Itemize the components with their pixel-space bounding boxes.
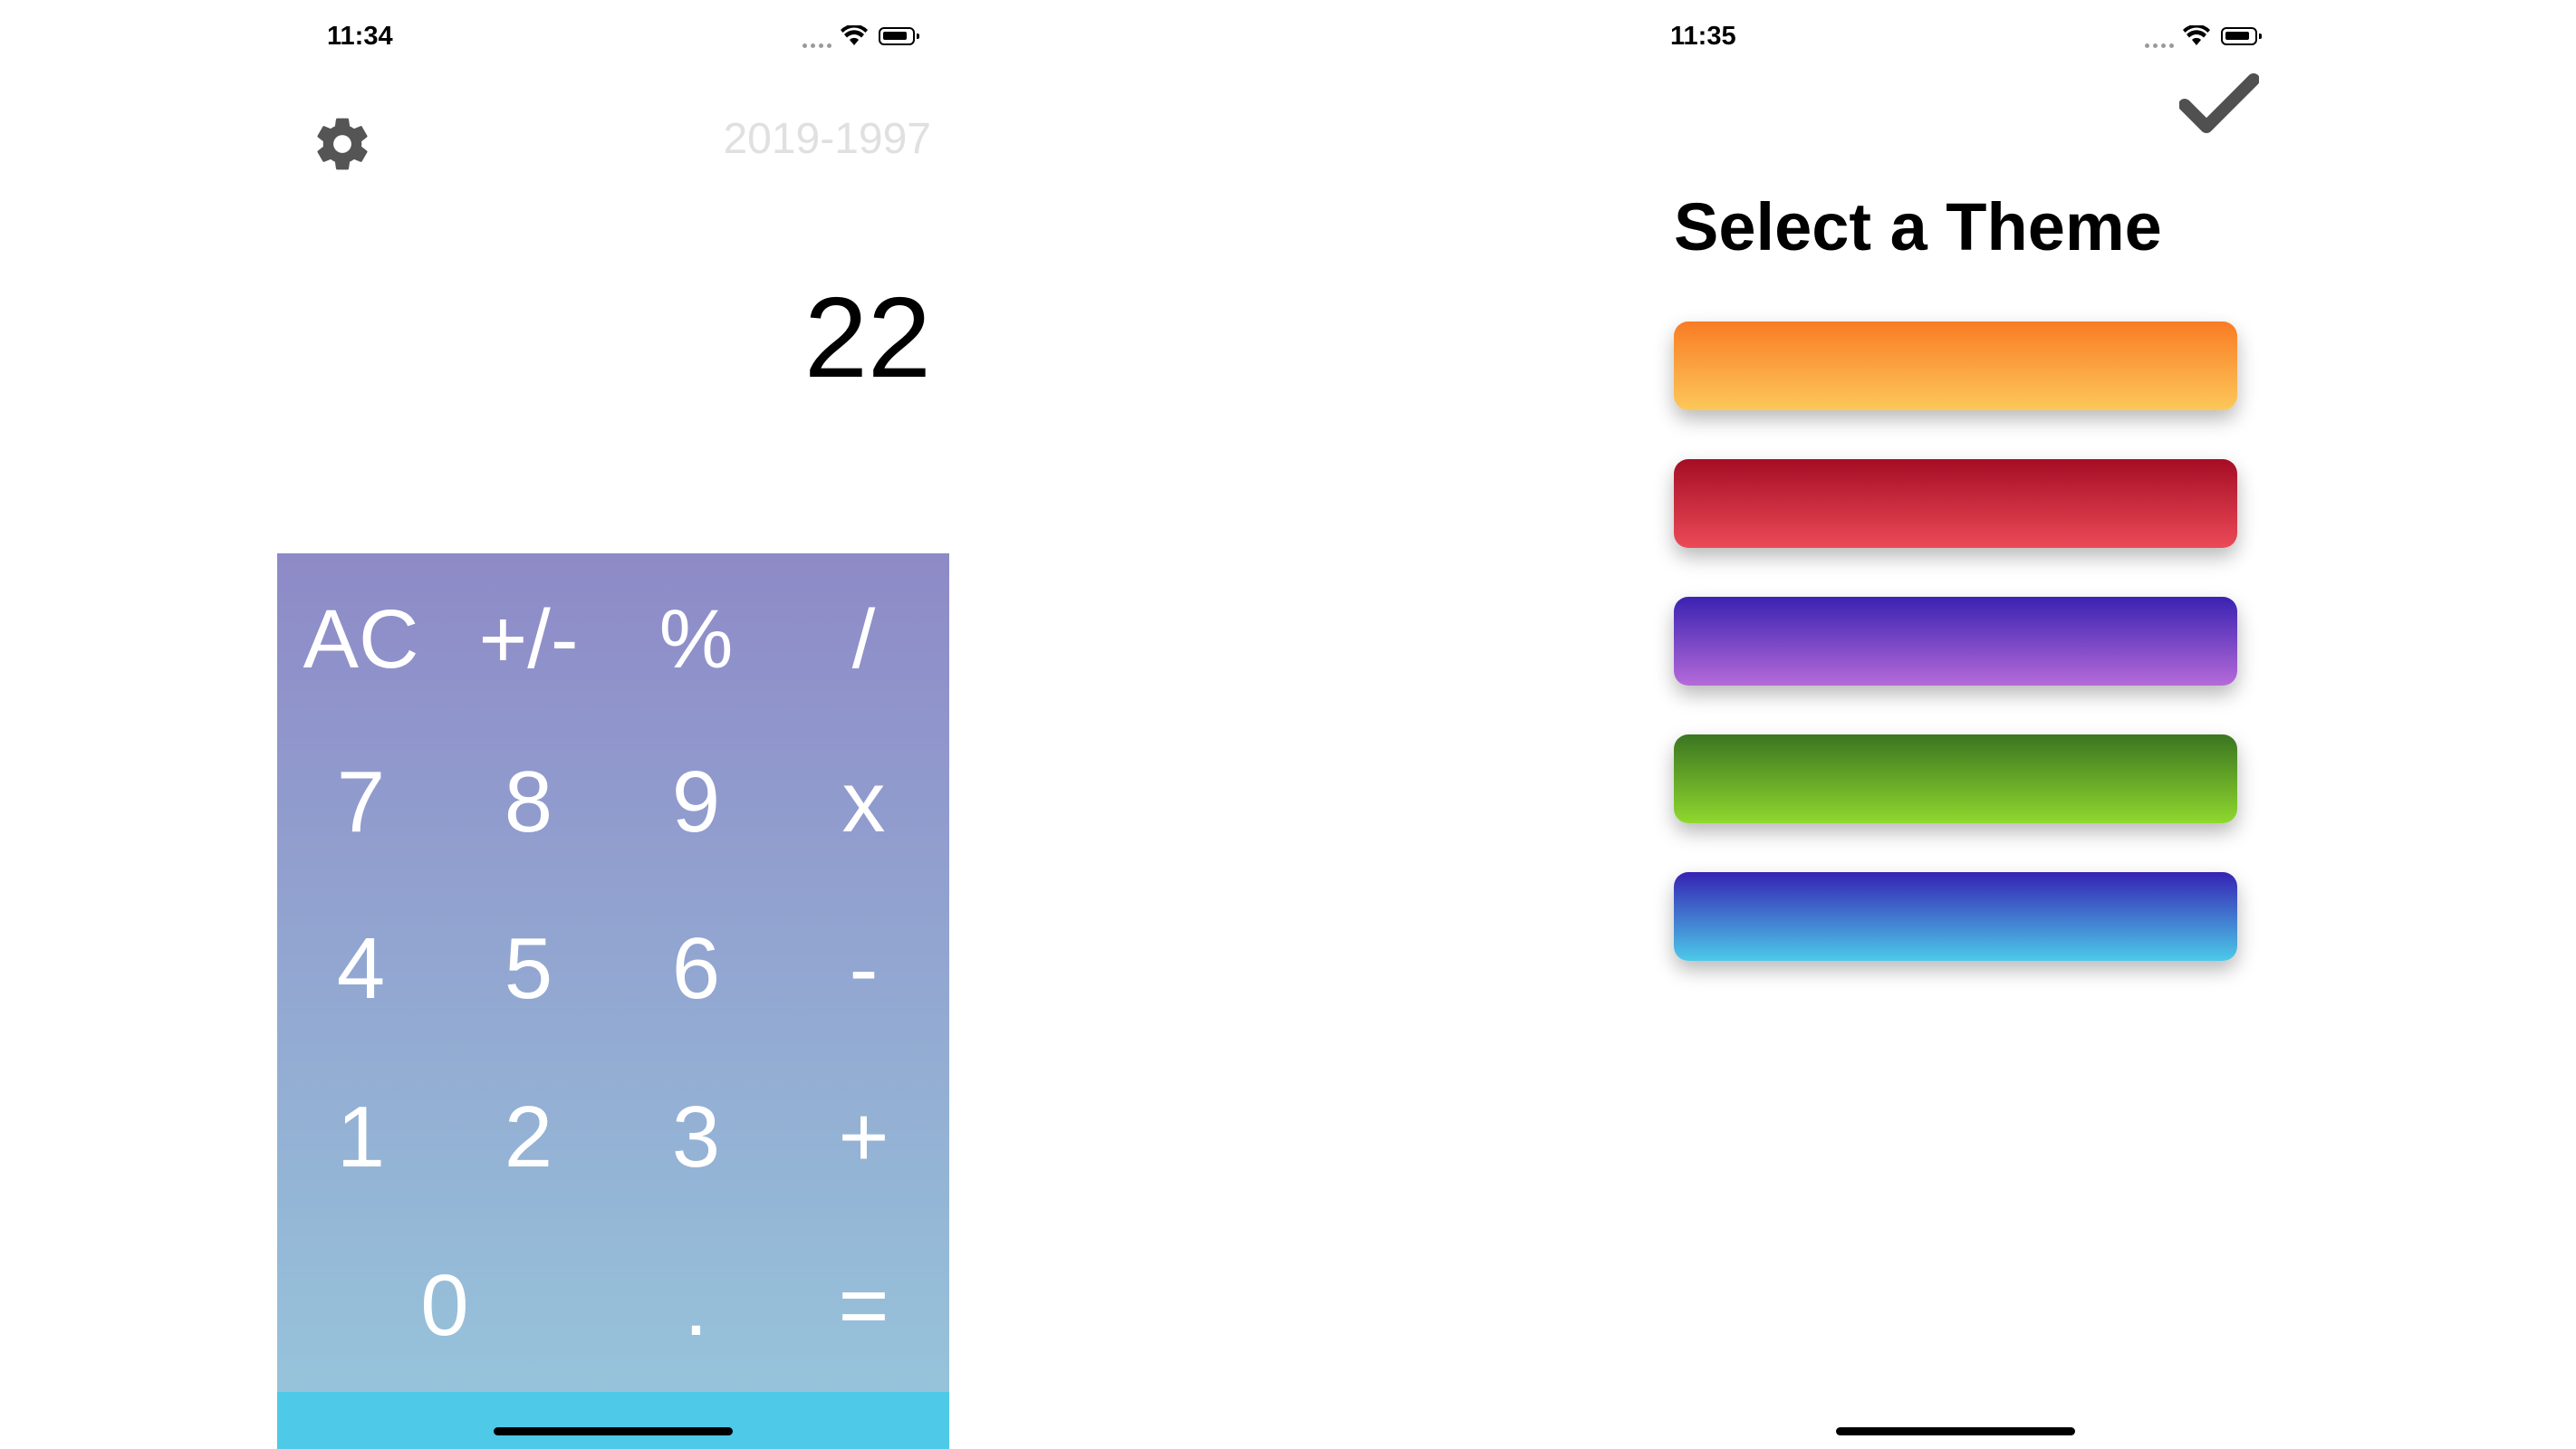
keypad-bottom-strip	[277, 1392, 949, 1449]
theme-option-purple[interactable]	[1674, 597, 2237, 686]
key-1[interactable]: 1	[277, 1094, 445, 1181]
key-add[interactable]: +	[780, 1094, 947, 1181]
theme-option-green[interactable]	[1674, 734, 2237, 823]
key-equals[interactable]: =	[780, 1262, 947, 1349]
battery-icon	[2221, 27, 2262, 45]
key-3[interactable]: 3	[612, 1094, 780, 1181]
signal-icon	[803, 43, 831, 48]
key-clear[interactable]: AC	[277, 598, 445, 681]
key-6[interactable]: 6	[612, 926, 780, 1012]
page-title: Select a Theme	[1674, 189, 2162, 264]
key-9[interactable]: 9	[612, 759, 780, 846]
expression-text: 2019-1997	[723, 115, 931, 163]
key-2[interactable]: 2	[445, 1094, 612, 1181]
battery-icon	[879, 27, 919, 45]
result-display: 22	[803, 273, 931, 401]
key-divide[interactable]: /	[780, 598, 947, 681]
key-multiply[interactable]: x	[780, 759, 947, 846]
gear-icon[interactable]	[312, 113, 373, 175]
key-negate[interactable]: +/-	[445, 598, 612, 681]
key-subtract[interactable]: -	[780, 926, 947, 1012]
theme-option-orange[interactable]	[1674, 321, 2237, 410]
key-5[interactable]: 5	[445, 926, 612, 1012]
signal-icon	[2145, 43, 2174, 48]
key-0[interactable]: 0	[277, 1262, 612, 1349]
checkmark-icon[interactable]	[2179, 72, 2259, 136]
key-8[interactable]: 8	[445, 759, 612, 846]
home-indicator[interactable]	[1836, 1427, 2075, 1435]
calculator-screen: 11:34 2019-1997 22 AC +/- % / 7 8 9 x 4 …	[277, 0, 949, 1449]
theme-option-red[interactable]	[1674, 459, 2237, 548]
key-percent[interactable]: %	[612, 598, 780, 681]
key-decimal[interactable]: .	[612, 1262, 780, 1349]
key-7[interactable]: 7	[277, 759, 445, 846]
home-indicator[interactable]	[494, 1427, 733, 1435]
status-time: 11:35	[1670, 22, 1736, 51]
theme-screen: 11:35 Select a Theme	[1620, 0, 2292, 1449]
theme-option-blue[interactable]	[1674, 872, 2237, 961]
status-time: 11:34	[327, 22, 393, 51]
wifi-icon	[841, 25, 868, 45]
key-4[interactable]: 4	[277, 926, 445, 1012]
wifi-icon	[2183, 25, 2210, 45]
